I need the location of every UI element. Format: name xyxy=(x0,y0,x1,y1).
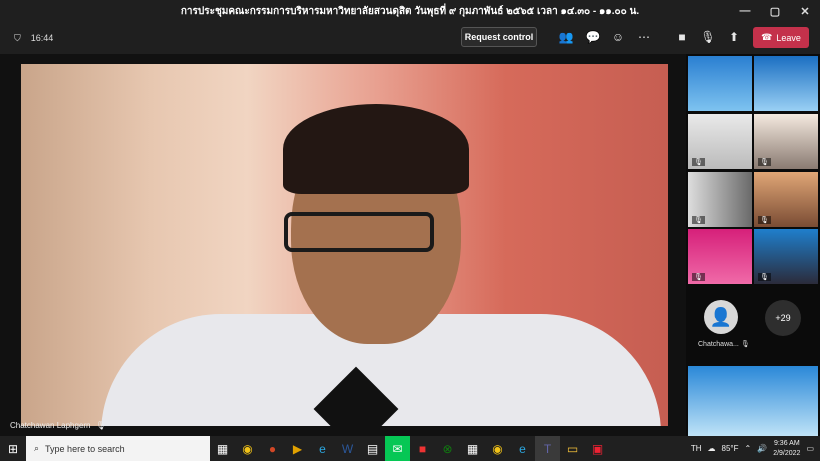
more-participants-button[interactable]: +29 xyxy=(765,300,801,336)
avatar-tile[interactable]: 👤 Chatchawa... 🎙 xyxy=(688,296,750,354)
reactions-icon[interactable]: ☺ xyxy=(609,28,627,46)
main-participant-label: Chatchawan Laphgern 🎙 xyxy=(4,418,112,432)
notifications-icon[interactable]: ▭ xyxy=(806,444,814,453)
chrome-icon-2[interactable]: ◉ xyxy=(485,436,510,461)
file-icon[interactable]: ▤ xyxy=(360,436,385,461)
mic-icon: 🎙 xyxy=(95,420,106,430)
meeting-toolbar: ⛉ 16:44 Request control 👥 💬 ☺ ⋯ ■ 🎙 ⬆ ☎ … xyxy=(0,22,820,54)
participant-tile-2[interactable] xyxy=(754,56,818,111)
edge-icon[interactable]: e xyxy=(310,436,335,461)
mic-icon: 🎙 xyxy=(740,341,750,348)
shield-icon: ⛉ xyxy=(14,32,21,43)
participant-tile-8[interactable]: 🎙 xyxy=(754,229,818,284)
camera-icon[interactable]: ■ xyxy=(673,28,691,46)
main-video-feed[interactable] xyxy=(21,64,668,426)
participant-tile-6[interactable]: 🎙 xyxy=(754,172,818,227)
language-indicator[interactable]: TH xyxy=(691,444,702,453)
xbox-icon[interactable]: ⊗ xyxy=(435,436,460,461)
timer-text: 16:44 xyxy=(30,33,54,43)
chat-icon[interactable]: 💬 xyxy=(584,28,602,46)
media-player-icon[interactable]: ▶ xyxy=(285,436,310,461)
taskbar-search[interactable]: ⌕ Type here to search xyxy=(26,436,210,461)
window-controls: — ▢ ✕ xyxy=(730,0,820,22)
leave-button[interactable]: ☎ Leave xyxy=(753,27,809,48)
windows-start-icon[interactable]: ⊞ xyxy=(0,436,26,461)
line-icon[interactable]: ✉ xyxy=(385,436,410,461)
search-placeholder: Type here to search xyxy=(45,443,125,454)
weather-icon: ☁ xyxy=(707,444,716,453)
mic-icon: 🎙 xyxy=(692,273,705,281)
people-icon[interactable]: 👥 xyxy=(557,28,575,46)
minimize-button[interactable]: — xyxy=(730,0,760,22)
powerpoint-icon[interactable]: ● xyxy=(260,436,285,461)
more-actions-icon[interactable]: ⋯ xyxy=(635,28,653,46)
system-tray: TH ☁ 85°F ⌃ 🔊 9:36 AM 2/9/2022 ▭ xyxy=(691,436,820,461)
request-control-button[interactable]: Request control xyxy=(461,27,537,47)
maximize-button[interactable]: ▢ xyxy=(760,0,790,22)
chrome-icon[interactable]: ◉ xyxy=(235,436,260,461)
video-hair xyxy=(283,104,469,194)
close-button[interactable]: ✕ xyxy=(790,0,820,22)
avatar-participant-name: Chatchawa... 🎙 xyxy=(698,341,750,348)
windows-taskbar: ⊞ ⌕ Type here to search ▦ ◉ ● ▶ e W ▤ ✉ … xyxy=(0,436,820,461)
video-glasses xyxy=(284,212,434,252)
mic-icon: 🎙 xyxy=(692,216,705,224)
participant-tile-5[interactable]: 🎙 xyxy=(688,172,752,227)
mic-icon: 🎙 xyxy=(758,216,771,224)
folder-icon[interactable]: ▭ xyxy=(560,436,585,461)
window-title: การประชุมคณะกรรมการบริหารมหาวิทยาลัยสวนด… xyxy=(180,5,640,17)
chevron-up-icon[interactable]: ⌃ xyxy=(745,444,752,453)
task-view-icon[interactable]: ▦ xyxy=(210,436,235,461)
mic-icon: 🎙 xyxy=(692,158,705,166)
calculator-icon[interactable]: ▦ xyxy=(460,436,485,461)
meeting-timer: ⛉ 16:44 xyxy=(14,33,53,44)
participant-tile-7[interactable]: 🎙 xyxy=(688,229,752,284)
participant-tile-3[interactable]: 🎙 xyxy=(688,114,752,169)
teams-icon[interactable]: T xyxy=(535,436,560,461)
mic-icon: 🎙 xyxy=(758,158,771,166)
participant-tile-9[interactable] xyxy=(688,366,818,436)
clock-time: 9:36 AM xyxy=(773,439,800,447)
participant-tile-1[interactable] xyxy=(688,56,752,111)
word-icon[interactable]: W xyxy=(335,436,360,461)
clock[interactable]: 9:36 AM 2/9/2022 xyxy=(773,439,800,459)
leave-label: Leave xyxy=(776,32,801,43)
participant-tile-4[interactable]: 🎙 xyxy=(754,114,818,169)
search-icon: ⌕ xyxy=(34,443,40,453)
share-screen-icon[interactable]: ⬆ xyxy=(725,28,743,46)
pdf-icon[interactable]: ▣ xyxy=(585,436,610,461)
title-bar: การประชุมคณะกรรมการบริหารมหาวิทยาลัยสวนด… xyxy=(0,0,820,22)
phone-hangup-icon: ☎ xyxy=(761,32,773,42)
meeting-stage: Chatchawan Laphgern 🎙 xyxy=(0,54,686,436)
temperature: 85°F xyxy=(721,444,739,453)
main-participant-name: Chatchawan Laphgern xyxy=(10,420,91,430)
mic-muted-icon[interactable]: 🎙 xyxy=(699,28,717,46)
edge-icon-2[interactable]: e xyxy=(510,436,535,461)
person-icon: 👤 xyxy=(704,300,738,334)
mic-icon: 🎙 xyxy=(758,273,771,281)
clock-date: 2/9/2022 xyxy=(773,449,801,457)
volume-icon[interactable]: 🔊 xyxy=(757,444,767,453)
app-icon[interactable]: ■ xyxy=(410,436,435,461)
